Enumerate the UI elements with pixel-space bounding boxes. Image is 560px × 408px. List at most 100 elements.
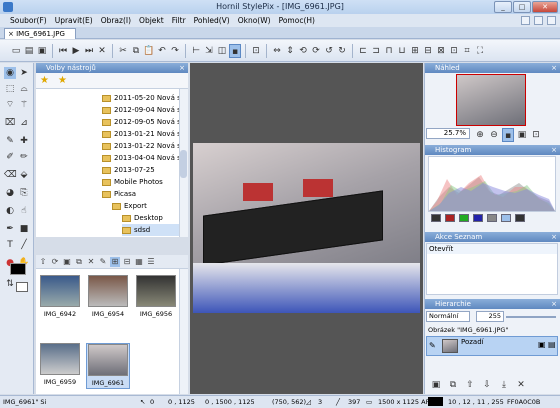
new-icon[interactable]: ▭ (10, 44, 22, 58)
list-view-icon[interactable]: ☰ (146, 257, 156, 267)
panel-close-icon[interactable]: × (179, 63, 185, 73)
open-icon[interactable]: ▤ (23, 44, 35, 58)
star-icon[interactable]: ★ (40, 75, 49, 86)
thumbnail-item[interactable]: IMG_6959 (38, 343, 82, 389)
folder-tree-item[interactable]: 2013-07-25 (102, 164, 155, 176)
maximize-button[interactable]: □ (513, 1, 531, 13)
fullscreen-icon[interactable]: ⛶ (474, 44, 486, 58)
folder-tree-item[interactable]: Desktop (122, 212, 163, 224)
folder-tree-item[interactable]: Mobile Photos (102, 176, 163, 188)
merge-layer-icon[interactable]: ⤓ (498, 378, 510, 392)
guides-icon[interactable]: ⊠ (435, 44, 447, 58)
flip-vertical-icon[interactable]: ⇕ (284, 44, 296, 58)
folder-tree-item[interactable]: 2013-01-22 Nová slo (102, 140, 187, 152)
thumbnail-item[interactable]: IMG_6942 (38, 275, 82, 321)
grid-icon[interactable]: ⊟ (422, 44, 434, 58)
thumbnail-scrollbar[interactable] (179, 269, 188, 394)
play-icon[interactable]: ▶ (70, 44, 82, 58)
menu-file[interactable]: Soubor(F) (6, 14, 51, 27)
zoom-fill-icon[interactable]: ⊡ (530, 128, 542, 142)
medium-thumbs-icon[interactable]: ⊟ (122, 257, 132, 267)
menu-object[interactable]: Objekt (135, 14, 168, 27)
channel-red-icon[interactable] (445, 214, 455, 222)
mdi-restore-icon[interactable] (534, 16, 543, 25)
layer-up-icon[interactable]: ⇧ (464, 378, 476, 392)
zoom-in-icon[interactable]: ⊕ (474, 128, 486, 142)
align-center-icon[interactable]: ⊐ (370, 44, 382, 58)
panel-close-icon[interactable]: × (551, 299, 557, 309)
line-tool-icon[interactable]: ╱ (18, 239, 30, 251)
align-left-icon[interactable]: ⊏ (357, 44, 369, 58)
menu-view[interactable]: Pohled(V) (190, 14, 234, 27)
eraser-tool-icon[interactable]: ⌫ (4, 169, 17, 181)
action-item[interactable]: Otevřít (427, 244, 557, 254)
duplicate-layer-icon[interactable]: ⧉ (447, 378, 459, 392)
refresh-icon[interactable]: ⟳ (50, 257, 60, 267)
folder-tree-item[interactable]: 2012-09-04 Nová slo (102, 104, 187, 116)
mdi-minimize-icon[interactable] (521, 16, 530, 25)
crop-tool-icon[interactable]: ⌧ (4, 117, 16, 129)
tab-close-icon[interactable]: × (8, 30, 14, 38)
flip-horizontal-icon[interactable]: ⇔ (271, 44, 283, 58)
photo-icon[interactable]: ▣ (62, 257, 72, 267)
zoom-out-icon[interactable]: ⊖ (488, 128, 500, 142)
menu-filter[interactable]: Filtr (168, 14, 190, 27)
folder-up-icon[interactable]: ⇧ (38, 257, 48, 267)
close-button[interactable]: ✕ (532, 1, 558, 13)
resize-icon[interactable]: ⇲ (203, 44, 215, 58)
move-tool-icon[interactable]: ➤ (18, 67, 30, 79)
heal-tool-icon[interactable]: ✚ (18, 135, 30, 147)
smudge-tool-icon[interactable]: ☝ (18, 205, 30, 217)
rulers-icon[interactable]: ⌗ (461, 44, 473, 58)
save-icon[interactable]: ▣ (36, 44, 48, 58)
channel-all-icon[interactable] (501, 214, 511, 222)
next-icon[interactable]: ⏭ (83, 44, 95, 58)
distribute-icon[interactable]: ⊞ (409, 44, 421, 58)
fill-tool-icon[interactable]: ⬙ (18, 169, 30, 181)
eyedropper-icon[interactable]: ✎ (4, 135, 16, 147)
mdi-close-icon[interactable] (547, 16, 556, 25)
cut-icon[interactable]: ✂ (117, 44, 129, 58)
copy-file-icon[interactable]: ⧉ (74, 257, 84, 267)
clone-tool-icon[interactable]: ⎘ (18, 187, 30, 199)
folder-tree-item[interactable]: sdsd (122, 224, 179, 236)
pen-tool-icon[interactable]: ✒ (4, 223, 16, 235)
delete-layer-icon[interactable]: ✕ (515, 378, 527, 392)
rename-icon[interactable]: ✎ (98, 257, 108, 267)
layer-visibility-icon[interactable]: ▣ (538, 340, 546, 349)
align-top-icon[interactable]: ⊓ (383, 44, 395, 58)
panel-close-icon[interactable]: × (551, 145, 557, 155)
folder-tree-item[interactable]: 2013-04-04 Nová slo (102, 152, 187, 164)
zoom-actual-icon[interactable]: ▣ (516, 128, 528, 142)
folder-tree-item[interactable]: Export (112, 200, 147, 212)
folder-tree-item[interactable]: 2011-05-20 Nová slo (102, 92, 187, 104)
channel-blue-icon[interactable] (473, 214, 483, 222)
rotate-right-icon[interactable]: ⟳ (310, 44, 322, 58)
paste-icon[interactable]: 📋 (143, 44, 155, 58)
opacity-input[interactable]: 255 (476, 311, 504, 322)
align-bottom-icon[interactable]: ⊔ (396, 44, 408, 58)
app-icon[interactable] (3, 2, 13, 12)
redo-icon[interactable]: ↷ (169, 44, 181, 58)
eye-tool-icon[interactable]: ◉ (4, 67, 16, 79)
rotate-180-icon[interactable]: ↺ (323, 44, 335, 58)
channel-alpha-icon[interactable] (515, 214, 525, 222)
polygon-lasso-icon[interactable]: ⌔ (4, 99, 16, 111)
zoom-tool-icon[interactable]: ⊡ (250, 44, 262, 58)
layer-lock-icon[interactable]: ▤ (548, 340, 556, 349)
tab-img-6961[interactable]: × IMG_6961.JPG (4, 28, 76, 39)
undo-icon[interactable]: ↶ (156, 44, 168, 58)
channel-rgb-icon[interactable] (431, 214, 441, 222)
first-image-icon[interactable]: ⏮ (57, 44, 69, 58)
swap-colors-icon[interactable]: ⇅ (4, 278, 16, 290)
menu-help[interactable]: Pomoc(H) (275, 14, 319, 27)
canvas-icon[interactable]: ◫ (216, 44, 228, 58)
dodge-tool-icon[interactable]: ◐ (4, 205, 16, 217)
rotate-free-icon[interactable]: ↻ (336, 44, 348, 58)
slice-tool-icon[interactable]: ⊿ (18, 117, 30, 129)
magic-wand-icon[interactable]: ⚚ (18, 99, 30, 111)
thumbnail-item[interactable]: IMG_6961 (86, 343, 130, 389)
close-image-icon[interactable]: ✕ (96, 44, 108, 58)
folder-tree-item[interactable]: 2013-01-21 Nová slo (102, 128, 187, 140)
thumbnail-item[interactable]: IMG_6956 (134, 275, 178, 321)
